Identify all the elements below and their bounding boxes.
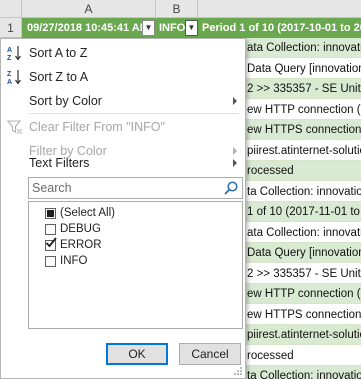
resize-grip-icon[interactable] <box>233 366 243 376</box>
sheet-cell[interactable]: piirest.atinternet-solution <box>245 140 361 161</box>
text-filters-item[interactable]: Text Filters <box>1 151 245 175</box>
sheet-cell[interactable]: ata Collection: innovatio <box>245 38 361 58</box>
sheet-cell[interactable]: ata Collection: innovatio <box>245 222 361 243</box>
sort-descending-icon: Z A <box>7 70 21 86</box>
sheet-cell[interactable]: ew HTTPS connection (1) <box>245 304 361 325</box>
sheet-cell[interactable]: Data Query [innovation- <box>245 243 361 263</box>
menu-divider <box>29 113 239 114</box>
sheet-cell[interactable]: rocessed <box>245 345 361 366</box>
select-all-label: (Select All) <box>60 207 115 219</box>
sort-by-color-item[interactable]: Sort by Color <box>1 89 245 113</box>
checkbox-info[interactable]: INFO <box>45 254 225 270</box>
cell-a1[interactable]: 09/27/2018 10:45:41 AM <box>22 18 156 38</box>
sheet-cell[interactable]: Data Query [innovation- <box>245 58 361 79</box>
sheet-cell[interactable]: 2 >> 335357 - SE United S <box>245 263 361 284</box>
svg-text:Z: Z <box>7 55 12 62</box>
debug-checkbox-box[interactable] <box>45 224 56 235</box>
sheet-cell[interactable]: rocessed <box>245 161 361 181</box>
filter-dropdown-b-button[interactable]: ▼ <box>185 20 198 36</box>
svg-text:Z: Z <box>7 71 12 78</box>
sort-ascending-icon: A Z <box>7 46 21 62</box>
sort-a-to-z-label: Sort A to Z <box>29 46 88 60</box>
select-all-checkbox-box[interactable] <box>45 208 56 219</box>
sheet-cell[interactable]: ta Collection: innovation <box>245 181 361 202</box>
sheet-cell[interactable]: 1 of 10 (2017-11-01 to 2017- <box>245 202 361 222</box>
sort-z-to-a-label: Sort Z to A <box>29 70 89 84</box>
column-header-c[interactable] <box>198 0 361 18</box>
checkbox-error[interactable]: ERROR <box>45 237 225 254</box>
cancel-button[interactable]: Cancel <box>179 343 241 365</box>
sort-a-to-z-item[interactable]: A Z Sort A to Z <box>1 41 245 65</box>
debug-label: DEBUG <box>60 223 101 235</box>
text-filters-label: Text Filters <box>29 156 90 170</box>
info-label: INFO <box>60 255 88 267</box>
checkbox-debug[interactable]: DEBUG <box>45 222 225 238</box>
ok-button[interactable]: OK <box>106 343 168 365</box>
column-header-a[interactable]: A <box>22 0 156 18</box>
clear-filter-label: Clear Filter From "INFO" <box>29 120 165 134</box>
sort-by-color-label: Sort by Color <box>29 94 102 108</box>
search-icon <box>224 181 238 195</box>
svg-text:A: A <box>7 47 12 54</box>
sheet-cell[interactable]: 2 >> 335357 - SE United S <box>245 79 361 99</box>
filter-search-box[interactable] <box>28 177 243 199</box>
sheet-cell[interactable]: ew HTTPS connection (1) <box>245 120 361 140</box>
autofilter-dropdown: A Z Sort A to Z Z A Sort Z to A Sort by … <box>0 38 246 379</box>
row-header-1[interactable]: 1 <box>0 18 22 38</box>
cell-c1[interactable]: Period 1 of 10 (2017-10-01 to 2017- <box>198 18 361 38</box>
sort-z-to-a-item[interactable]: Z A Sort Z to A <box>1 65 245 89</box>
sheet-cell[interactable]: ew HTTP connection (1): <box>245 99 361 120</box>
filter-search-input[interactable] <box>29 178 219 198</box>
error-label: ERROR <box>60 239 102 251</box>
checkbox-select-all[interactable]: (Select All) <box>45 206 225 222</box>
submenu-arrow-icon <box>233 159 237 167</box>
column-header-b[interactable]: B <box>156 0 198 18</box>
select-all-corner[interactable] <box>0 0 22 18</box>
sheet-cell[interactable]: ew HTTP connection (1): <box>245 284 361 304</box>
checkmark-icon <box>45 237 57 248</box>
clear-filter-icon <box>6 120 23 135</box>
sheet-cell[interactable]: ta Collection: innovation <box>245 366 361 379</box>
filter-dropdown-a-button[interactable]: ▼ <box>142 20 155 36</box>
clear-filter-item: Clear Filter From "INFO" <box>1 115 245 139</box>
info-checkbox-box[interactable] <box>45 256 56 267</box>
svg-text:A: A <box>7 79 12 86</box>
submenu-arrow-icon <box>233 97 237 105</box>
sheet-cell[interactable]: piirest.atinternet-solution <box>245 325 361 345</box>
filter-values-list[interactable]: (Select All) DEBUG ERROR INFO <box>28 201 243 329</box>
